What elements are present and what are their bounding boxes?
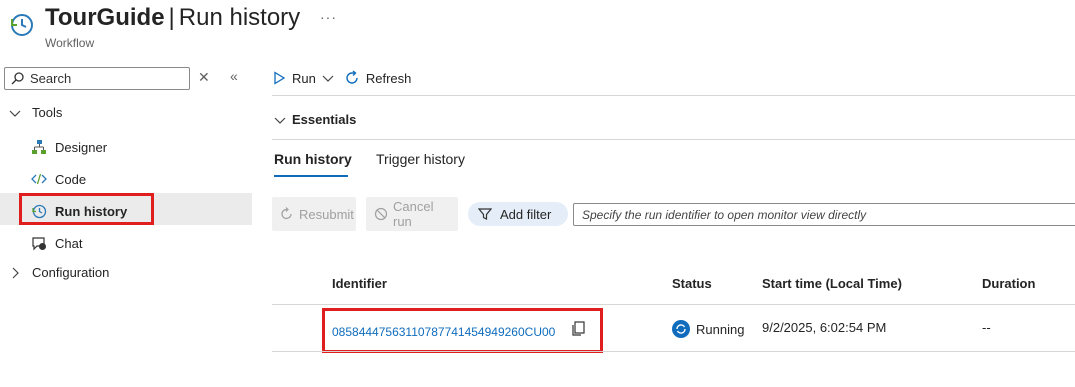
running-status-icon	[672, 320, 690, 338]
play-icon	[272, 71, 286, 85]
search-input[interactable]: Search	[30, 71, 71, 86]
run-button[interactable]: Run	[272, 71, 334, 86]
sidebar-item-label: Code	[55, 171, 87, 187]
sidebar-group-tools[interactable]: Tools	[8, 105, 62, 120]
essentials-label: Essentials	[292, 112, 357, 127]
add-filter-label: Add filter	[500, 206, 552, 222]
run-duration: --	[982, 320, 991, 335]
tab-run-history[interactable]: Run history	[274, 151, 352, 167]
sidebar-item-chat[interactable]: Chat	[31, 235, 82, 251]
page-subtitle: Workflow	[45, 36, 95, 50]
title-separator: |	[168, 4, 175, 31]
more-options-button[interactable]: ···	[320, 9, 337, 25]
identifier-highlight-box	[322, 308, 603, 353]
essentials-toggle[interactable]: Essentials	[274, 112, 356, 127]
essentials-divider	[272, 139, 1075, 140]
run-label: Run	[292, 70, 316, 86]
refresh-label: Refresh	[365, 70, 412, 86]
highlight-box	[19, 193, 154, 225]
clear-search-button[interactable]: ✕	[198, 69, 210, 86]
app-name: TourGuide	[45, 4, 165, 31]
sidebar-item-label: Designer	[55, 139, 108, 155]
sidebar-group-configuration[interactable]: Configuration	[8, 265, 109, 280]
sidebar-search-box[interactable]: Search	[4, 67, 190, 90]
code-icon	[31, 171, 47, 187]
column-header-duration[interactable]: Duration	[982, 276, 1035, 291]
sidebar-group-label: Tools	[32, 105, 63, 120]
column-header-start-time[interactable]: Start time (Local Time)	[762, 276, 902, 291]
toolbar-divider	[272, 95, 1075, 96]
collapse-sidebar-button[interactable]: «	[230, 68, 238, 84]
add-filter-button[interactable]: Add filter	[468, 202, 568, 226]
command-bar: Run Refresh	[272, 66, 411, 90]
resubmit-label: Resubmit	[299, 206, 354, 222]
resubmit-icon	[280, 207, 294, 221]
chat-icon	[31, 235, 47, 251]
run-identifier-input[interactable]: Specify the run identifier to open monit…	[573, 203, 1075, 226]
tab-trigger-history[interactable]: Trigger history	[376, 151, 465, 167]
table-row-divider	[272, 351, 1075, 352]
designer-icon	[31, 139, 47, 155]
search-icon	[11, 72, 24, 85]
page-title: TourGuide | Run history	[45, 4, 300, 32]
filter-icon	[478, 207, 492, 221]
cancel-run-label: Cancel run	[393, 199, 434, 229]
chevron-down-icon	[322, 72, 334, 84]
workflow-history-app-icon	[8, 10, 36, 38]
table-header-divider	[272, 304, 1075, 305]
page-name: Run history	[178, 4, 301, 31]
column-header-status[interactable]: Status	[672, 276, 712, 291]
chevron-down-icon	[8, 106, 22, 120]
resubmit-button[interactable]: Resubmit	[272, 197, 356, 231]
cancel-run-button[interactable]: Cancel run	[366, 197, 458, 231]
sidebar-item-code[interactable]: Code	[31, 171, 86, 187]
chevron-down-icon	[274, 114, 286, 126]
run-status: Running	[672, 320, 744, 338]
refresh-button[interactable]: Refresh	[344, 70, 412, 86]
active-tab-indicator	[274, 175, 348, 177]
cancel-icon	[374, 207, 388, 221]
run-start-time: 9/2/2025, 6:02:54 PM	[762, 320, 887, 335]
sidebar-group-label: Configuration	[32, 265, 110, 280]
refresh-icon	[344, 70, 360, 86]
status-label: Running	[696, 321, 745, 337]
sidebar-item-label: Chat	[55, 235, 83, 251]
sidebar-item-designer[interactable]: Designer	[31, 139, 107, 155]
column-header-identifier[interactable]: Identifier	[332, 276, 387, 291]
chevron-right-icon	[8, 266, 22, 280]
